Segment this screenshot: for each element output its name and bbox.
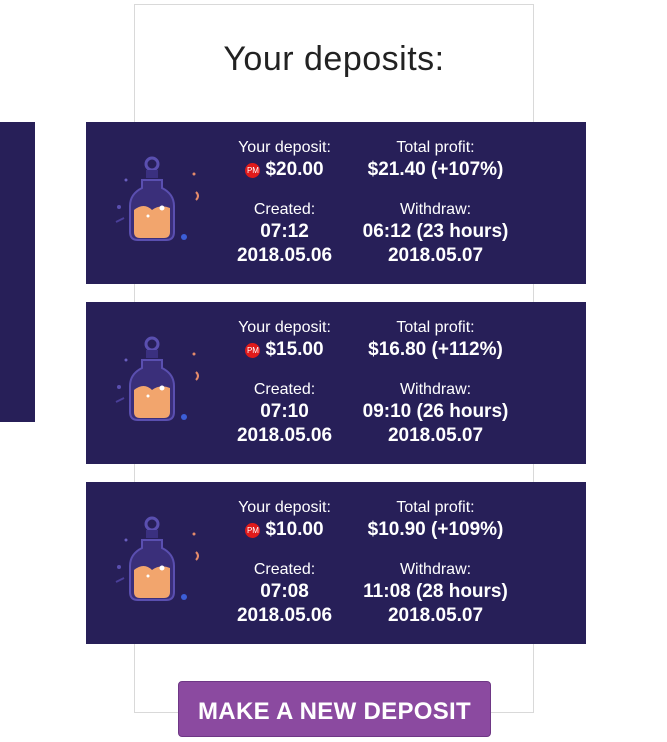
created-date: 2018.05.06 [236, 245, 333, 266]
total-profit-label: Total profit: [396, 319, 475, 336]
potion-bottle-icon [115, 516, 199, 601]
created-label: Created: [253, 381, 316, 398]
created-time: 07:10 [260, 401, 309, 422]
deposit-amount: $15.00 [265, 339, 324, 360]
created-time: 07:12 [260, 221, 309, 242]
withdraw-date: 2018.05.07 [387, 245, 484, 266]
withdraw-date: 2018.05.07 [387, 425, 484, 446]
perfect-money-icon: PM [245, 343, 261, 358]
potion-bottle-icon [115, 336, 199, 421]
total-profit-label: Total profit: [396, 139, 475, 156]
frame-divider [491, 712, 533, 713]
perfect-money-icon: PM [245, 523, 261, 538]
withdraw-label: Withdraw: [399, 201, 472, 218]
frame-divider [134, 712, 178, 713]
perfect-money-icon: PM [245, 163, 261, 178]
total-profit-value: $10.90 (+109%) [367, 519, 504, 540]
section-title: Your deposits: [223, 40, 445, 78]
withdraw-time: 09:10 (26 hours) [362, 401, 509, 422]
created-label: Created: [253, 201, 316, 218]
total-profit-value: $21.40 (+107%) [367, 159, 504, 180]
deposit-card: Your deposit: PM $10.00 Total profit: $10… [86, 482, 586, 644]
withdraw-label: Withdraw: [399, 561, 472, 578]
deposit-amount: $20.00 [265, 159, 324, 180]
your-deposit-label: Your deposit: [238, 499, 331, 516]
created-date: 2018.05.06 [236, 425, 333, 446]
deposit-amount: $10.00 [265, 519, 324, 540]
withdraw-label: Withdraw: [399, 381, 472, 398]
withdraw-date: 2018.05.07 [387, 605, 484, 626]
total-profit-label: Total profit: [396, 499, 475, 516]
side-panel [0, 122, 35, 422]
potion-bottle-icon [115, 156, 199, 241]
total-profit-value: $16.80 (+112%) [368, 339, 503, 360]
withdraw-time: 11:08 (28 hours) [363, 581, 508, 602]
deposit-card: Your deposit: PM $15.00 Total profit: $16… [86, 302, 586, 464]
your-deposit-label: Your deposit: [238, 319, 331, 336]
created-time: 07:08 [260, 581, 309, 602]
deposit-card: Your deposit: PM $20.00 Total profit: $21… [86, 122, 586, 284]
created-label: Created: [253, 561, 316, 578]
your-deposit-label: Your deposit: [238, 139, 331, 156]
created-date: 2018.05.06 [236, 605, 333, 626]
withdraw-time: 06:12 (23 hours) [362, 221, 509, 242]
